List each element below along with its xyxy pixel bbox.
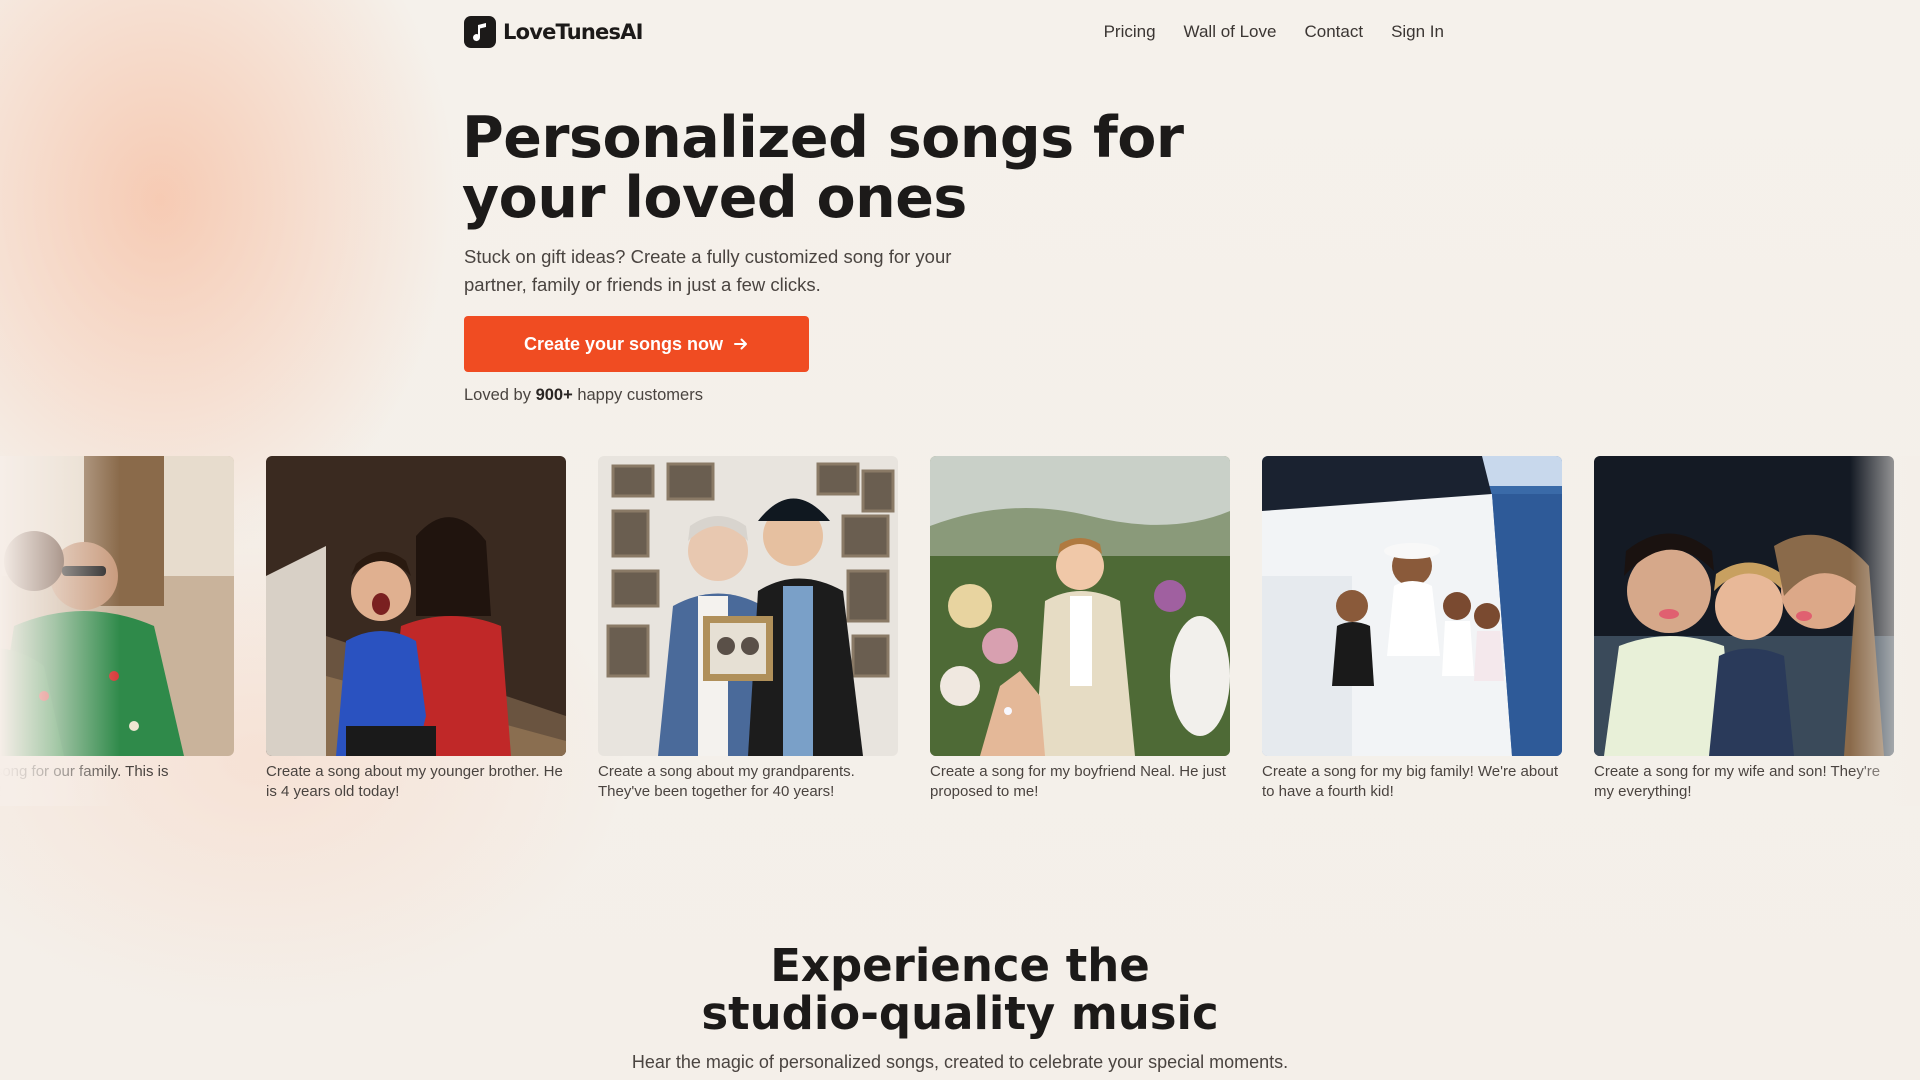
- testimonial-carousel[interactable]: hristmas song for our family. This is r …: [0, 456, 1920, 806]
- top-nav: LoveTunesAI Pricing Wall of Love Contact…: [464, 14, 1444, 50]
- family-christmas-photo: [0, 456, 234, 756]
- card-caption-line: Create a song for my boyfriend Neal. He …: [930, 763, 1226, 780]
- section-title-line: Experience the: [770, 939, 1150, 992]
- selfie-photo: [1594, 456, 1894, 756]
- card-caption-line: Create a song for my wife and son! They'…: [1594, 763, 1881, 780]
- nav-link-pricing[interactable]: Pricing: [1104, 22, 1156, 42]
- hero-title-line: your loved ones: [462, 165, 967, 231]
- nav-link-contact[interactable]: Contact: [1304, 22, 1363, 42]
- social-proof-suffix: happy customers: [577, 386, 703, 404]
- carousel-card[interactable]: Create a song about my younger brother. …: [266, 456, 566, 802]
- nav-link-wall-of-love[interactable]: Wall of Love: [1184, 22, 1277, 42]
- siblings-photo: [266, 456, 566, 756]
- card-caption: Create a song for my big family! We're a…: [1262, 762, 1562, 802]
- arrow-right-icon: [733, 336, 749, 352]
- card-caption-line: my everything!: [1594, 783, 1692, 800]
- hero-title: Personalized songs for your loved ones: [462, 108, 1222, 228]
- carousel-card[interactable]: Create a song for my big family! We're a…: [1262, 456, 1562, 802]
- card-caption: Create a song for my wife and son! They'…: [1594, 762, 1894, 802]
- card-caption-line: Create a song about my younger brother. …: [266, 763, 563, 780]
- card-caption: hristmas song for our family. This is r …: [0, 762, 234, 802]
- card-caption-line: Create a song about my grandparents.: [598, 763, 855, 780]
- social-proof-prefix: Loved by: [464, 386, 531, 404]
- hero-subtitle: Stuck on gift ideas? Create a fully cust…: [464, 243, 1024, 299]
- section-title: Experience the studio-quality music: [560, 942, 1360, 1038]
- customer-count: 900+: [535, 386, 573, 404]
- carousel-card[interactable]: Create a song for my wife and son! They'…: [1594, 456, 1894, 802]
- grandparents-photo: [598, 456, 898, 756]
- boat-family-photo: [1262, 456, 1562, 756]
- card-caption-line: r together!: [0, 782, 234, 802]
- brand-logo[interactable]: LoveTunesAI: [464, 16, 643, 48]
- carousel-card[interactable]: hristmas song for our family. This is r …: [0, 456, 234, 802]
- card-caption: Create a song about my grandparents. The…: [598, 762, 898, 802]
- card-caption-line: to have a fourth kid!: [1262, 783, 1394, 800]
- card-caption-line: proposed to me!: [930, 783, 1039, 800]
- hero-subtitle-line: partner, family or friends in just a few…: [464, 274, 821, 295]
- hero-subtitle-line: Stuck on gift ideas? Create a fully cust…: [464, 246, 952, 267]
- create-songs-label: Create your songs now: [523, 333, 724, 354]
- nav-links: Pricing Wall of Love Contact Sign In: [1104, 22, 1444, 42]
- section-subtitle: Hear the magic of personalized songs, cr…: [631, 1052, 1289, 1072]
- social-proof: Loved by 900+ happy customers: [464, 386, 703, 405]
- brand-name: LoveTunesAI: [503, 20, 643, 44]
- create-songs-button[interactable]: Create your songs now: [464, 316, 809, 372]
- card-caption-line: hristmas song for our family. This is: [0, 763, 169, 780]
- nav-link-sign-in[interactable]: Sign In: [1391, 22, 1444, 42]
- card-caption-line: is 4 years old today!: [266, 783, 400, 800]
- carousel-card[interactable]: Create a song about my grandparents. The…: [598, 456, 898, 802]
- card-caption: Create a song for my boyfriend Neal. He …: [930, 762, 1230, 802]
- music-note-icon: [464, 16, 496, 48]
- hero-title-line: Personalized songs for: [462, 105, 1184, 171]
- carousel-card[interactable]: Create a song for my boyfriend Neal. He …: [930, 456, 1230, 802]
- card-caption-line: Create a song for my big family! We're a…: [1262, 763, 1559, 780]
- card-caption: Create a song about my younger brother. …: [266, 762, 566, 802]
- proposal-photo: [930, 456, 1230, 756]
- section-title-line: studio-quality music: [701, 987, 1219, 1040]
- card-caption-line: They've been together for 40 years!: [598, 783, 835, 800]
